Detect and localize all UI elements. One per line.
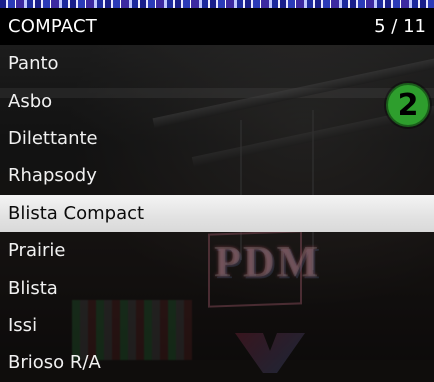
- menu-header: COMPACT 5 / 11: [0, 8, 434, 45]
- number-badge-icon: 2: [386, 83, 430, 127]
- menu-item-blista[interactable]: Blista: [0, 269, 434, 307]
- menu-item-label: Brioso R/A: [8, 352, 101, 374]
- menu-item-brioso[interactable]: Brioso R/A: [0, 344, 434, 382]
- menu-item-dilettante[interactable]: Dilettante: [0, 119, 434, 158]
- menu-item-label: Asbo: [8, 90, 53, 112]
- menu-item-prairie[interactable]: Prairie: [0, 231, 434, 270]
- menu-item-label: Prairie: [8, 240, 66, 262]
- menu-item-rhapsody[interactable]: Rhapsody: [0, 157, 434, 195]
- menu-item-asbo[interactable]: Asbo: [0, 82, 434, 120]
- menu-item-label: Panto: [8, 53, 59, 75]
- top-banner: [0, 0, 434, 8]
- vehicle-menu: COMPACT 5 / 11 Panto Asbo Dilettante Rha…: [0, 8, 434, 382]
- menu-title: COMPACT: [8, 16, 97, 37]
- menu-counter: 5 / 11: [374, 16, 426, 37]
- menu-item-label: Dilettante: [8, 127, 98, 149]
- menu-items: Panto Asbo Dilettante Rhapsody Blista Co…: [0, 45, 434, 382]
- menu-item-panto[interactable]: Panto: [0, 45, 434, 83]
- menu-item-label: Blista: [8, 277, 58, 299]
- menu-item-label: Blista Compact: [8, 202, 145, 224]
- menu-item-issi[interactable]: Issi: [0, 306, 434, 345]
- menu-item-label: Issi: [8, 314, 38, 336]
- menu-item-label: Rhapsody: [8, 165, 97, 187]
- menu-item-blista-compact[interactable]: Blista Compact: [0, 194, 434, 232]
- badge-number: 2: [397, 87, 419, 123]
